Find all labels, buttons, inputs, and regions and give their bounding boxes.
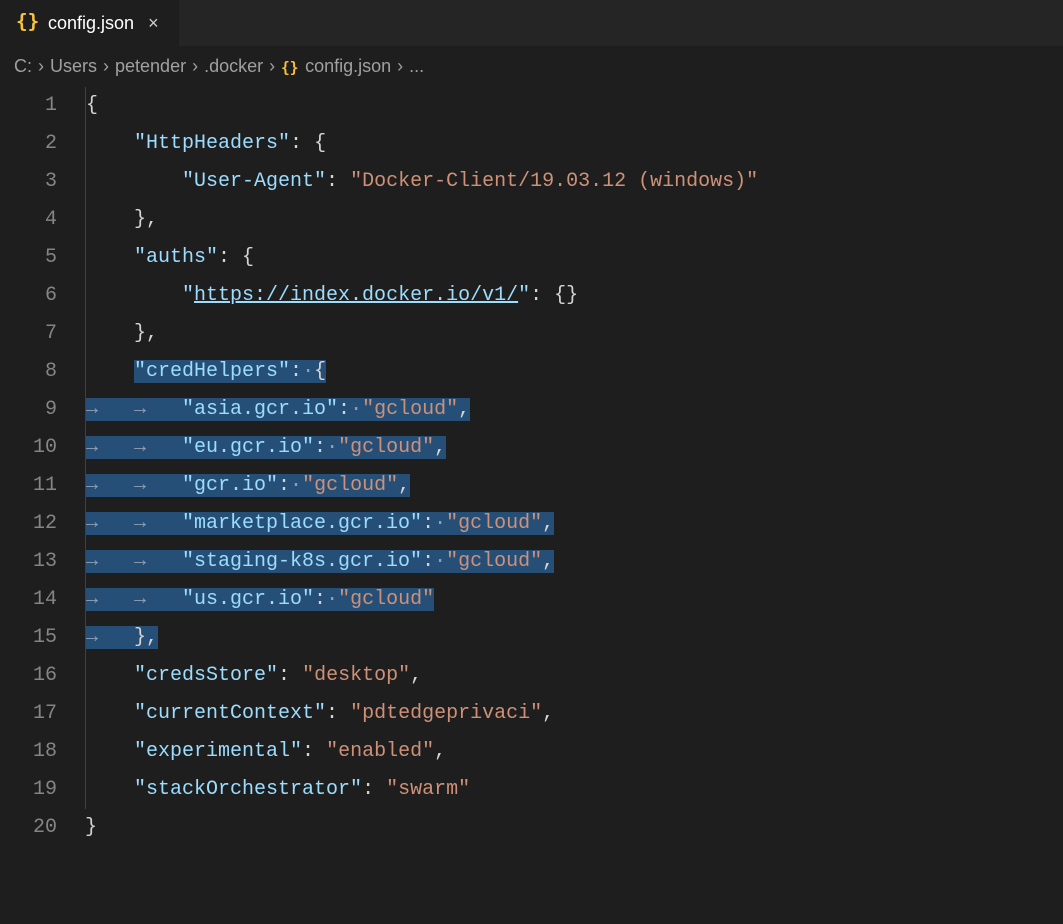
breadcrumb[interactable]: C: › Users › petender › .docker › {} con…	[0, 46, 1063, 83]
line-number: 3	[0, 163, 85, 201]
line-number: 16	[0, 657, 85, 695]
line-number: 9	[0, 391, 85, 429]
line-number: 4	[0, 201, 85, 239]
code-editor[interactable]: 1{ 2 "HttpHeaders": { 3 "User-Agent": "D…	[0, 83, 1063, 847]
svg-text:{}: {}	[16, 10, 38, 32]
line-number: 20	[0, 809, 85, 847]
line-number: 2	[0, 125, 85, 163]
chevron-right-icon: ›	[192, 56, 198, 77]
breadcrumb-item[interactable]: .docker	[204, 56, 263, 77]
breadcrumb-item[interactable]: Users	[50, 56, 97, 77]
breadcrumb-item[interactable]: C:	[14, 56, 32, 77]
close-icon[interactable]: ×	[144, 13, 163, 34]
line-number: 5	[0, 239, 85, 277]
tab-config-json[interactable]: {} config.json ×	[0, 0, 179, 46]
breadcrumb-ellipsis[interactable]: ...	[409, 56, 424, 77]
line-number: 12	[0, 505, 85, 543]
breadcrumb-item[interactable]: petender	[115, 56, 186, 77]
chevron-right-icon: ›	[269, 56, 275, 77]
line-number: 8	[0, 353, 85, 391]
line-number: 11	[0, 467, 85, 505]
svg-text:{}: {}	[281, 60, 299, 76]
line-number: 6	[0, 277, 85, 315]
chevron-right-icon: ›	[38, 56, 44, 77]
chevron-right-icon: ›	[103, 56, 109, 77]
line-number: 15	[0, 619, 85, 657]
json-file-icon: {}	[281, 56, 299, 77]
line-number: 14	[0, 581, 85, 619]
tab-filename: config.json	[48, 13, 134, 34]
tab-bar: {} config.json ×	[0, 0, 1063, 46]
chevron-right-icon: ›	[397, 56, 403, 77]
json-file-icon: {}	[16, 10, 38, 37]
breadcrumb-file[interactable]: config.json	[305, 56, 391, 77]
line-number: 1	[0, 87, 85, 125]
line-number: 7	[0, 315, 85, 353]
line-number: 19	[0, 771, 85, 809]
line-number: 13	[0, 543, 85, 581]
line-number: 17	[0, 695, 85, 733]
line-number: 18	[0, 733, 85, 771]
line-number: 10	[0, 429, 85, 467]
